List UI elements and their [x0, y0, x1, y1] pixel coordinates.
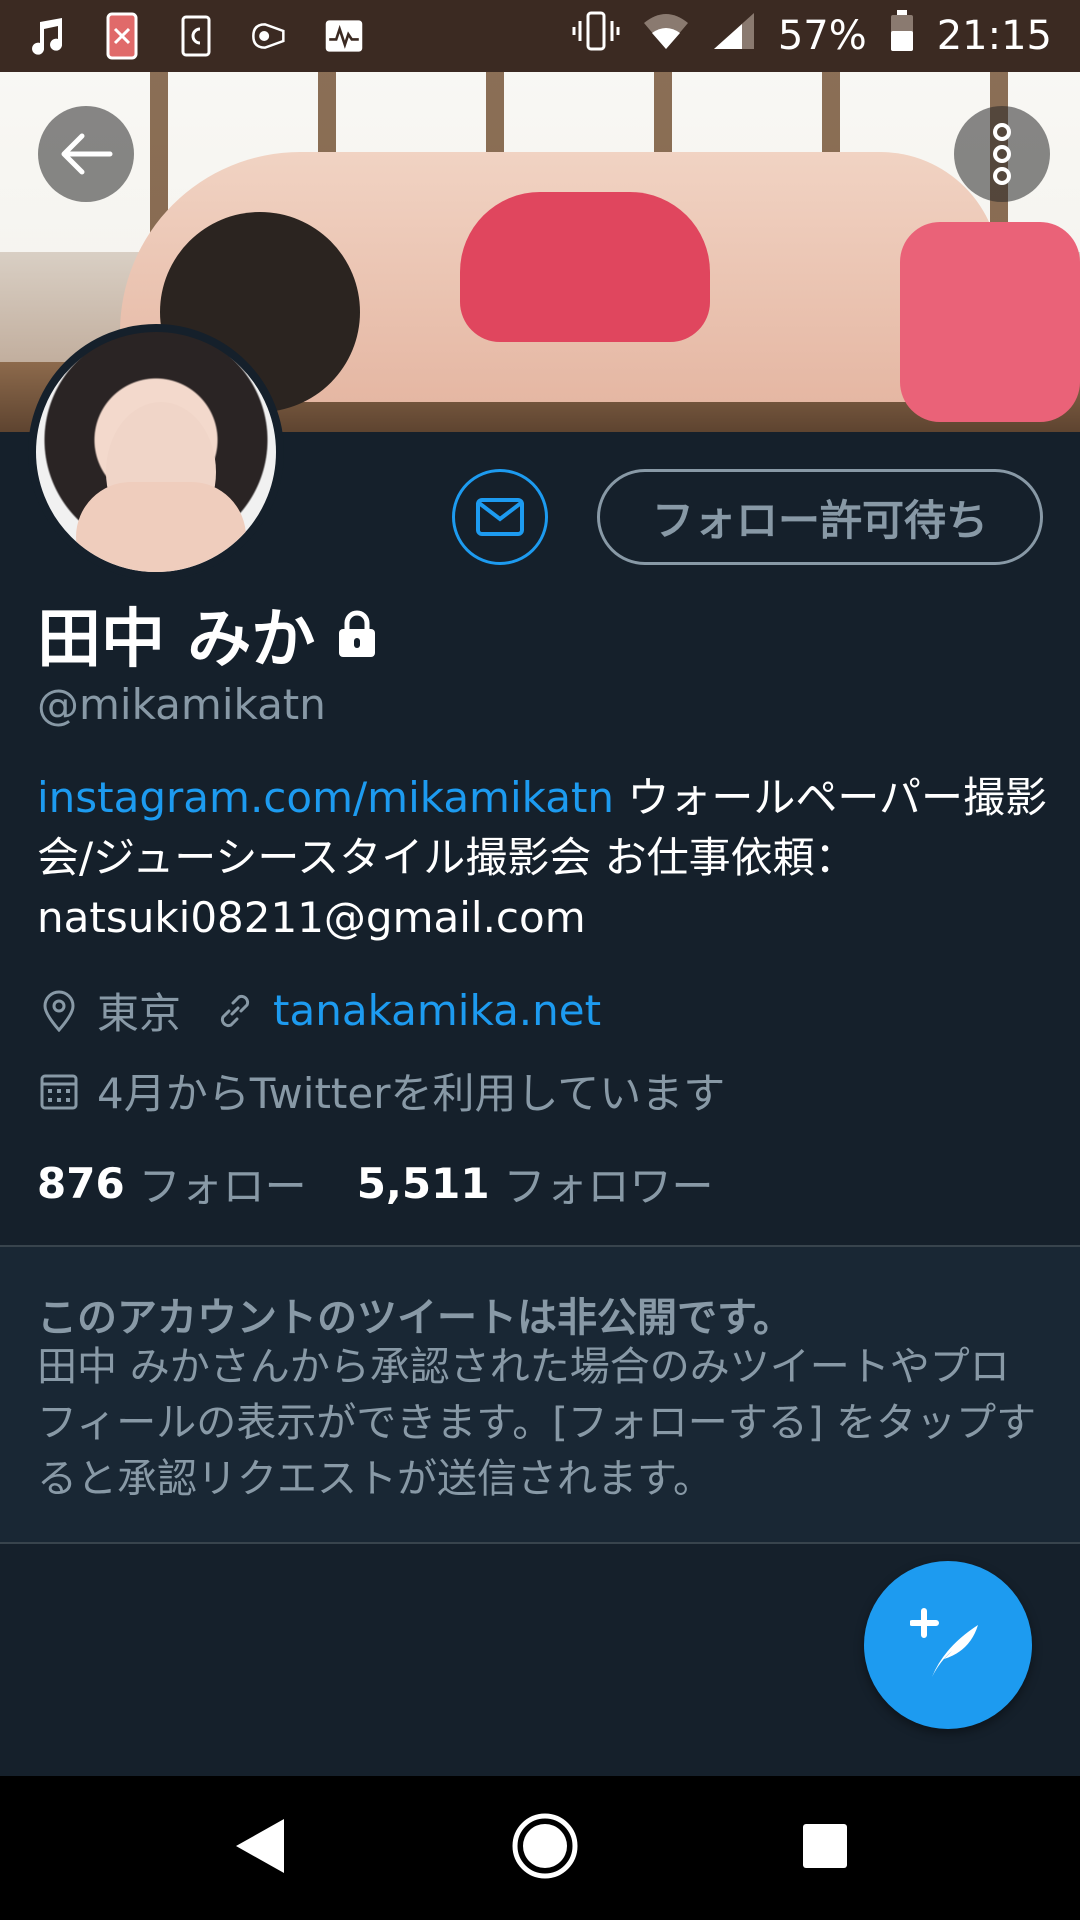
compose-tweet-button[interactable]: [864, 1561, 1032, 1729]
tag-app-icon: [250, 14, 290, 58]
signal-icon: [712, 11, 756, 61]
triangle-back-icon: [235, 1819, 284, 1873]
link-icon: [213, 989, 257, 1033]
more-vertical-icon: [993, 123, 1011, 185]
profile-handle: @mikamikatn: [37, 680, 326, 729]
private-account-notice: このアカウントのツイートは非公開です。 田中 みかさんから承認された場合のみツイ…: [0, 1247, 1080, 1542]
avatar[interactable]: [28, 324, 284, 580]
music-note-icon: [28, 14, 68, 58]
back-button[interactable]: [38, 106, 134, 202]
arrow-left-icon: [61, 133, 113, 175]
square-recents-icon: [803, 1824, 848, 1868]
system-nav-bar: [0, 1776, 1080, 1920]
compose-feather-icon: [910, 1608, 978, 1677]
profile-name: 田中 みか: [37, 603, 316, 677]
nav-back-button[interactable]: [232, 1815, 288, 1881]
nav-recents-button[interactable]: [802, 1823, 848, 1873]
status-bar: 57% 21:15: [0, 0, 1080, 72]
circle-home-icon: [512, 1813, 578, 1879]
followers-label: フォロワー: [503, 1162, 714, 1211]
location-pin-icon: [37, 989, 81, 1033]
direct-message-button[interactable]: [452, 469, 548, 565]
avatar-hands: [76, 482, 246, 572]
battery-percent: 57%: [777, 13, 867, 59]
phone-blocked-icon: [102, 12, 142, 60]
profile-meta-location: 東京 tanakamika.net: [37, 980, 601, 1041]
following-label: フォロー: [138, 1162, 307, 1211]
banner-garment-bottom: [900, 222, 1080, 422]
battery-icon: [889, 9, 915, 63]
profile-bio: instagram.com/mikamikatn ウォールペーパー撮影会/ジュー…: [37, 768, 1047, 948]
location-text: 東京: [97, 989, 182, 1038]
calendar-icon: [37, 1069, 81, 1113]
website-link[interactable]: tanakamika.net: [273, 986, 601, 1035]
nav-home-button[interactable]: [511, 1812, 579, 1884]
followers-count: 5,511: [356, 1159, 490, 1208]
profile-name-row: 田中 みか: [37, 588, 379, 680]
following-stat[interactable]: 876 フォロー: [37, 1153, 307, 1214]
private-notice-title: このアカウントのツイートは非公開です。: [37, 1295, 793, 1341]
private-notice-body: 田中 みかさんから承認された場合のみツイートやプロフィールの表示ができます。[フ…: [37, 1344, 1037, 1502]
profile-meta-joined: 4月からTwitterを利用しています: [37, 1060, 725, 1121]
document-app-icon: [176, 14, 216, 58]
joined-text: 4月からTwitterを利用しています: [97, 1069, 726, 1118]
banner-garment-top: [460, 192, 710, 342]
followers-stat[interactable]: 5,511 フォロワー: [357, 1153, 714, 1214]
follow-pending-button[interactable]: フォロー許可待ち: [597, 469, 1043, 565]
follow-stats: 876 フォロー 5,511 フォロワー: [37, 1153, 714, 1214]
bio-instagram-link[interactable]: instagram.com/mikamikatn: [37, 773, 614, 822]
lock-icon: [339, 610, 376, 657]
wifi-icon: [642, 11, 690, 61]
vibrate-icon: [572, 11, 620, 61]
activity-monitor-icon: [324, 14, 364, 58]
following-count: 876: [37, 1159, 125, 1208]
more-options-button[interactable]: [954, 106, 1050, 202]
divider: [0, 1542, 1080, 1544]
mail-icon: [476, 498, 524, 536]
clock: 21:15: [936, 13, 1052, 59]
